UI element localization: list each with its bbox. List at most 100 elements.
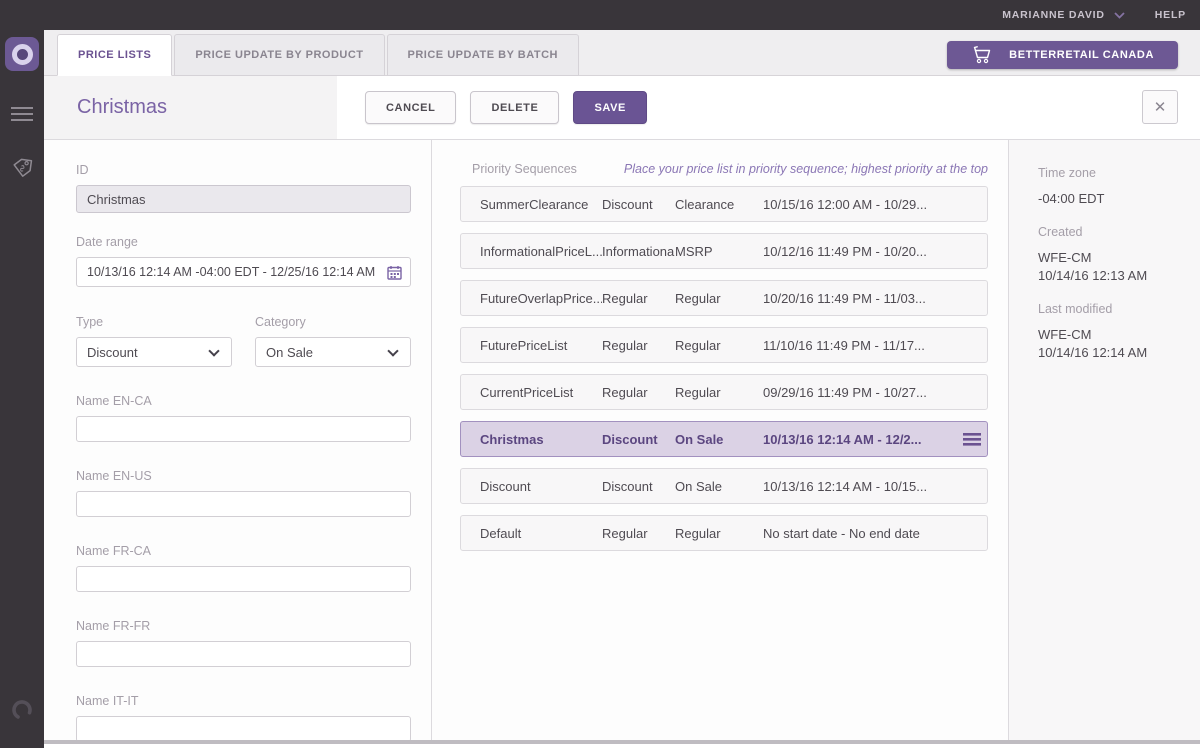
- chevron-down-icon: [1114, 6, 1125, 24]
- name-fr-ca-input[interactable]: [76, 566, 411, 592]
- user-name: MARIANNE DAVID: [1002, 9, 1105, 21]
- top-bar: MARIANNE DAVID HELP: [0, 0, 1200, 30]
- created-label: Created: [1038, 225, 1190, 239]
- delete-button[interactable]: DELETE: [470, 91, 559, 124]
- timezone-label: Time zone: [1038, 166, 1190, 180]
- created-by: WFE-CM: [1038, 249, 1190, 267]
- row-dates: 10/20/16 11:49 PM - 11/03...: [763, 291, 957, 306]
- priority-sequences-panel: Priority Sequences Place your price list…: [432, 140, 1008, 740]
- date-range-input[interactable]: [76, 257, 411, 287]
- row-name: InformationalPriceL...: [480, 244, 602, 259]
- row-dates: 09/29/16 11:49 PM - 10/27...: [763, 385, 957, 400]
- row-type: Discount: [602, 479, 675, 494]
- tab-price-update-by-batch[interactable]: PRICE UPDATE BY BATCH: [387, 34, 579, 76]
- row-type: Regular: [602, 526, 675, 541]
- chevron-down-icon: [208, 345, 219, 356]
- meta-panel: Time zone -04:00 EDT Created WFE-CM 10/1…: [1008, 140, 1200, 740]
- price-list-row[interactable]: CurrentPriceListRegularRegular09/29/16 1…: [460, 374, 988, 410]
- save-button[interactable]: SAVE: [573, 91, 647, 124]
- priority-sequences-label: Priority Sequences: [472, 162, 577, 176]
- price-list-row[interactable]: FuturePriceListRegularRegular11/10/16 11…: [460, 327, 988, 363]
- detail-header: Christmas CANCEL DELETE SAVE ✕: [44, 76, 1200, 140]
- row-category: Regular: [675, 338, 763, 353]
- id-label: ID: [76, 163, 411, 177]
- row-dates: 10/12/16 11:49 PM - 10/20...: [763, 244, 957, 259]
- row-type: Regular: [602, 385, 675, 400]
- row-name: CurrentPriceList: [480, 385, 602, 400]
- priority-hint: Place your price list in priority sequen…: [624, 162, 988, 176]
- type-select[interactable]: Discount: [76, 337, 232, 367]
- row-name: Discount: [480, 479, 602, 494]
- price-list-row[interactable]: SummerClearanceDiscountClearance10/15/16…: [460, 186, 988, 222]
- name-en-us-label: Name EN-US: [76, 469, 411, 483]
- price-list-row[interactable]: DefaultRegularRegularNo start date - No …: [460, 515, 988, 551]
- user-menu[interactable]: MARIANNE DAVID: [1002, 6, 1125, 24]
- localized-name-fields: Name EN-CAName EN-USName FR-CAName FR-FR…: [76, 394, 411, 742]
- cart-icon: [971, 46, 993, 64]
- tab-price-update-by-product[interactable]: PRICE UPDATE BY PRODUCT: [174, 34, 384, 76]
- price-list-row[interactable]: ChristmasDiscountOn Sale10/13/16 12:14 A…: [460, 421, 988, 457]
- name-en-us-input[interactable]: [76, 491, 411, 517]
- row-type: Discount: [602, 432, 675, 447]
- row-category: MSRP: [675, 244, 763, 259]
- modified-label: Last modified: [1038, 302, 1190, 316]
- chevron-down-icon: [387, 345, 398, 356]
- row-name: SummerClearance: [480, 197, 602, 212]
- row-name: Default: [480, 526, 602, 541]
- price-list-row[interactable]: InformationalPriceL...InformationalMSRP1…: [460, 233, 988, 269]
- menu-hamburger-icon[interactable]: [11, 107, 33, 121]
- pricing-tag-icon[interactable]: [10, 155, 35, 185]
- priority-rows: SummerClearanceDiscountClearance10/15/16…: [460, 186, 988, 551]
- row-type: Informational: [602, 244, 675, 259]
- site-selector-button[interactable]: BETTERRETAIL CANADA: [947, 41, 1178, 69]
- header-actions: CANCEL DELETE SAVE: [365, 91, 647, 124]
- row-type: Regular: [602, 338, 675, 353]
- tab-bar: PRICE LISTSPRICE UPDATE BY PRODUCTPRICE …: [44, 30, 1200, 76]
- type-label: Type: [76, 315, 232, 329]
- title-block: Christmas: [44, 76, 337, 139]
- left-sidebar: [0, 30, 44, 748]
- row-name: FuturePriceList: [480, 338, 602, 353]
- bottom-strip: [44, 740, 1200, 744]
- name-en-ca-input[interactable]: [76, 416, 411, 442]
- row-category: On Sale: [675, 432, 763, 447]
- row-name: Christmas: [480, 432, 602, 447]
- timezone-value: -04:00 EDT: [1038, 190, 1190, 208]
- name-fr-fr-label: Name FR-FR: [76, 619, 411, 633]
- price-list-row[interactable]: DiscountDiscountOn Sale10/13/16 12:14 AM…: [460, 468, 988, 504]
- date-range-label: Date range: [76, 235, 411, 249]
- modified-by: WFE-CM: [1038, 326, 1190, 344]
- page-title: Christmas: [77, 96, 167, 119]
- content-row: ID Date range: [44, 140, 1200, 740]
- category-label: Category: [255, 315, 411, 329]
- name-it-it-label: Name IT-IT: [76, 694, 411, 708]
- type-select-value: Discount: [87, 345, 138, 360]
- site-selector-label: BETTERRETAIL CANADA: [1009, 49, 1154, 61]
- category-select-value: On Sale: [266, 345, 313, 360]
- drag-handle-icon[interactable]: [957, 433, 987, 446]
- name-fr-fr-input[interactable]: [76, 641, 411, 667]
- modified-at: 10/14/16 12:14 AM: [1038, 344, 1190, 362]
- id-input[interactable]: [76, 185, 411, 213]
- category-select[interactable]: On Sale: [255, 337, 411, 367]
- help-link[interactable]: HELP: [1155, 9, 1186, 21]
- row-dates: 10/13/16 12:14 AM - 10/15...: [763, 479, 957, 494]
- row-dates: 10/13/16 12:14 AM - 12/2...: [763, 432, 957, 447]
- price-list-form: ID Date range: [44, 140, 432, 740]
- logo-ring-icon: [12, 44, 33, 65]
- row-category: Regular: [675, 526, 763, 541]
- app-logo[interactable]: [5, 37, 39, 71]
- name-en-ca-label: Name EN-CA: [76, 394, 411, 408]
- tab-price-lists[interactable]: PRICE LISTS: [57, 34, 172, 76]
- row-type: Discount: [602, 197, 675, 212]
- cancel-button[interactable]: CANCEL: [365, 91, 456, 124]
- row-type: Regular: [602, 291, 675, 306]
- name-it-it-input[interactable]: [76, 716, 411, 742]
- close-button[interactable]: ✕: [1142, 90, 1178, 124]
- price-list-row[interactable]: FutureOverlapPrice...RegularRegular10/20…: [460, 280, 988, 316]
- loading-spinner-icon: [10, 698, 34, 727]
- row-dates: 10/15/16 12:00 AM - 10/29...: [763, 197, 957, 212]
- created-at: 10/14/16 12:13 AM: [1038, 267, 1190, 285]
- row-category: Regular: [675, 291, 763, 306]
- row-dates: No start date - No end date: [763, 526, 957, 541]
